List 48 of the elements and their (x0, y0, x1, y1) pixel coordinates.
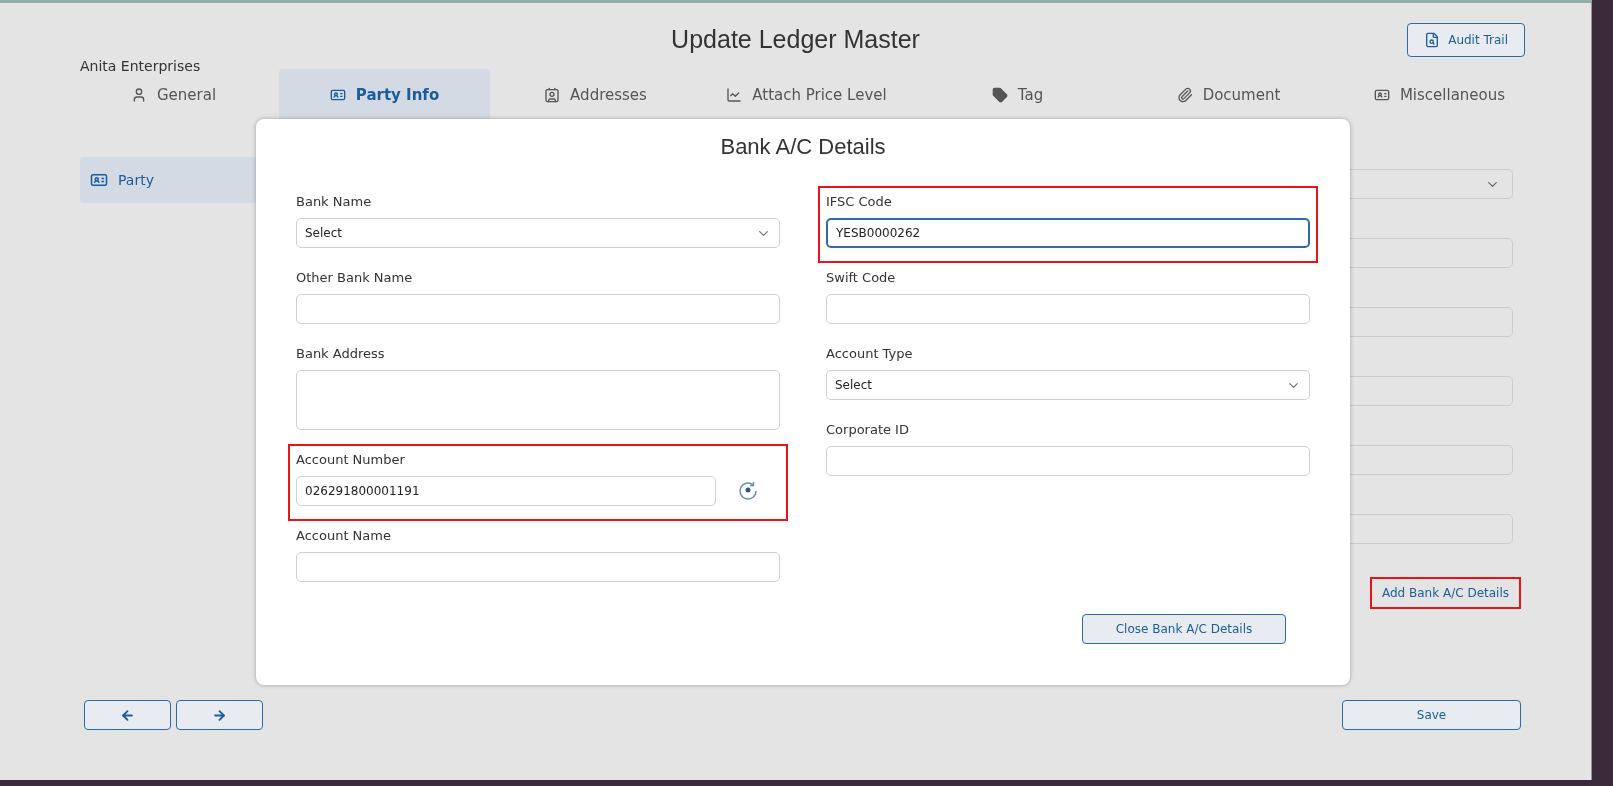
id-card-icon (1373, 87, 1390, 103)
dropdown[interactable]: Select (296, 218, 780, 248)
field-label: Corporate ID (826, 422, 910, 439)
input-field[interactable] (826, 446, 1310, 476)
tab[interactable]: Miscellaneous (1334, 69, 1545, 121)
document-search-icon (1424, 31, 1441, 48)
tab[interactable]: Document (1123, 69, 1334, 121)
text-area[interactable] (296, 370, 780, 430)
field-label: Account Type (826, 346, 914, 363)
save-button[interactable]: Save (1342, 700, 1521, 730)
paperclip-icon (1176, 87, 1193, 103)
input-field[interactable]: 026291800001191 (296, 476, 716, 506)
field-label: Account Name (296, 528, 392, 545)
forward-button[interactable] (176, 700, 263, 730)
id-card-icon (329, 87, 346, 103)
tab[interactable]: Attach Price Level (701, 69, 912, 121)
tab[interactable]: Party Info (279, 69, 490, 121)
input-field[interactable]: YESB0000262 (826, 218, 1310, 248)
input-field[interactable] (296, 294, 780, 324)
refresh-icon[interactable] (736, 479, 760, 503)
input-field[interactable] (826, 294, 1310, 324)
contact-card-icon (544, 87, 561, 103)
field-label: Account Number (296, 452, 406, 469)
tab[interactable]: Tag (912, 69, 1123, 121)
company-name: Anita Enterprises (80, 59, 202, 73)
tab[interactable]: Addresses (490, 69, 701, 121)
id-card-icon (90, 171, 108, 189)
field-label: Bank Address (296, 346, 386, 363)
window-title: Update Ledger Master (671, 25, 920, 54)
field-value: Select (835, 378, 873, 392)
field-label: Other Bank Name (296, 270, 414, 287)
field-label: Swift Code (826, 270, 897, 287)
input-field[interactable] (296, 552, 780, 582)
field-value: 026291800001191 (305, 484, 420, 498)
arrow-right-icon (212, 707, 227, 723)
field-label: Bank Name (296, 194, 373, 211)
dialog-title: Bank A/C Details (720, 134, 886, 160)
audit-trail-button[interactable]: Audit Trail (1407, 22, 1525, 57)
back-button[interactable] (84, 700, 171, 730)
sidebar-item[interactable]: Party (80, 157, 256, 203)
field-value: YESB0000262 (836, 226, 921, 240)
add-bank-details-link[interactable]: Add Bank A/C Details (1369, 577, 1521, 609)
field-value: Select (305, 226, 343, 240)
dropdown[interactable]: Select (826, 370, 1310, 400)
close-dialog-button[interactable]: Close Bank A/C Details (1082, 614, 1286, 644)
line-chart-icon (726, 87, 743, 103)
tag-icon (991, 87, 1008, 103)
field-label: IFSC Code (826, 194, 893, 211)
